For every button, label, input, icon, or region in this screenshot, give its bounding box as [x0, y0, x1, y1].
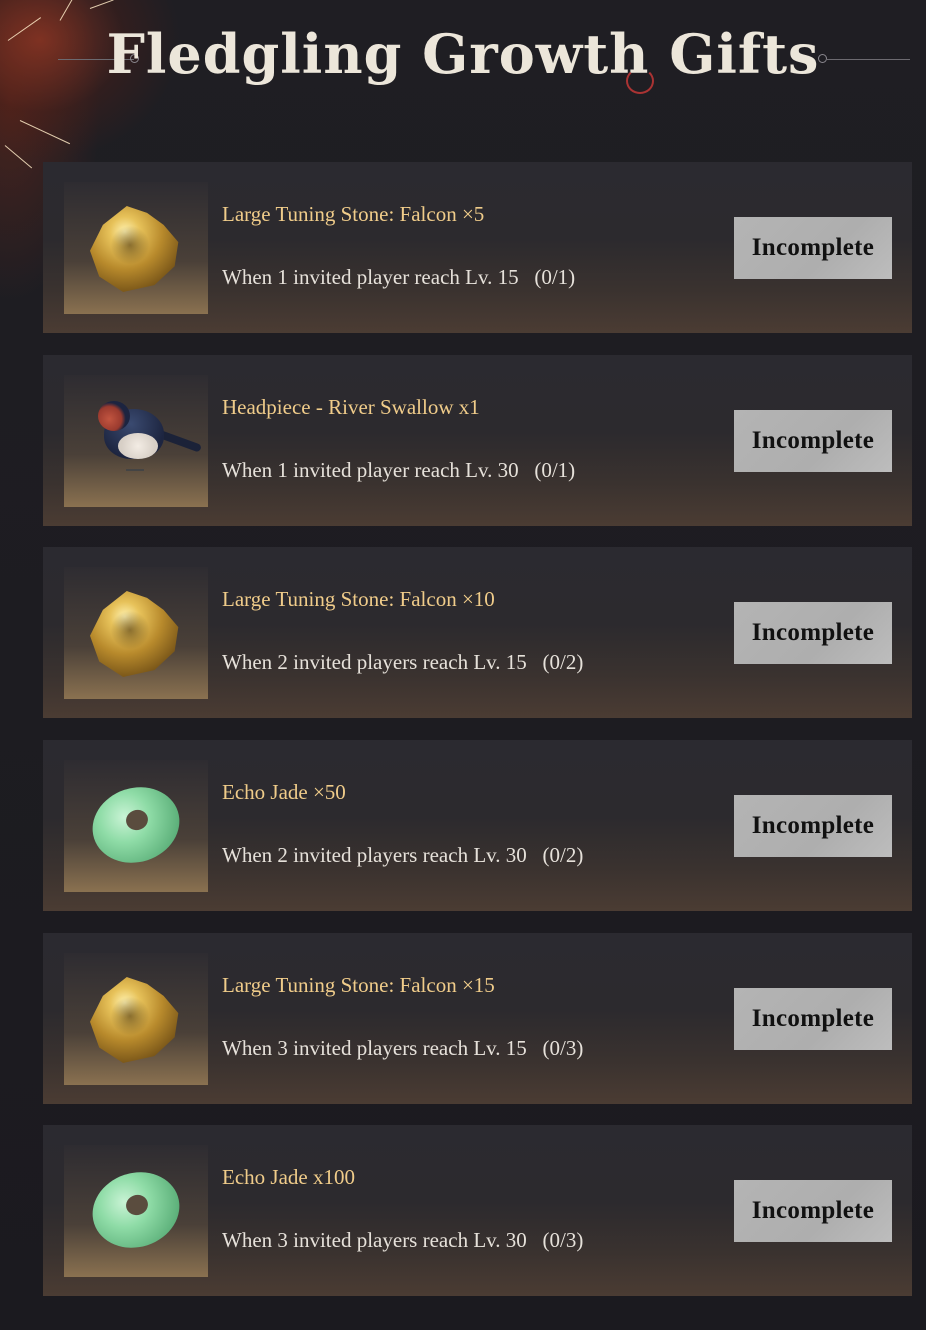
reward-name: Echo Jade ×50 [222, 780, 346, 804]
claim-status-button[interactable]: Incomplete [734, 410, 892, 472]
swallow-headpiece-icon [64, 375, 208, 507]
reward-condition: When 1 invited player reach Lv. 15 (0/1) [222, 265, 576, 289]
reward-card: Echo Jade x100 When 3 invited players re… [43, 1125, 912, 1296]
echo-jade-icon [64, 1145, 208, 1277]
reward-progress: (0/1) [534, 265, 576, 289]
reward-card: Large Tuning Stone: Falcon ×10 When 2 in… [43, 547, 912, 718]
echo-jade-icon [64, 760, 208, 892]
reward-condition: When 2 invited players reach Lv. 30 (0/2… [222, 843, 584, 867]
reward-progress: (0/2) [542, 650, 584, 674]
reward-card: Headpiece - River Swallow x1 When 1 invi… [43, 355, 912, 526]
page-header: Fledgling Growth Gifts [0, 0, 926, 130]
reward-condition: When 3 invited players reach Lv. 15 (0/3… [222, 1036, 584, 1060]
reward-name: Large Tuning Stone: Falcon ×10 [222, 587, 495, 611]
reward-card: Echo Jade ×50 When 2 invited players rea… [43, 740, 912, 911]
tuning-stone-icon [64, 567, 208, 699]
reward-name: Large Tuning Stone: Falcon ×5 [222, 202, 485, 226]
tuning-stone-icon [64, 953, 208, 1085]
claim-status-button[interactable]: Incomplete [734, 1180, 892, 1242]
claim-status-button[interactable]: Incomplete [734, 988, 892, 1050]
reward-card: Large Tuning Stone: Falcon ×15 When 3 in… [43, 933, 912, 1104]
claim-status-button[interactable]: Incomplete [734, 217, 892, 279]
claim-status-button[interactable]: Incomplete [734, 602, 892, 664]
reward-condition: When 1 invited player reach Lv. 30 (0/1) [222, 458, 576, 482]
reward-progress: (0/2) [542, 843, 584, 867]
reward-condition: When 3 invited players reach Lv. 30 (0/3… [222, 1228, 584, 1252]
reward-progress: (0/1) [534, 458, 576, 482]
reward-name: Large Tuning Stone: Falcon ×15 [222, 973, 495, 997]
reward-condition: When 2 invited players reach Lv. 15 (0/2… [222, 650, 584, 674]
reward-card: Large Tuning Stone: Falcon ×5 When 1 inv… [43, 162, 912, 333]
claim-status-button[interactable]: Incomplete [734, 795, 892, 857]
reward-name: Headpiece - River Swallow x1 [222, 395, 480, 419]
reward-progress: (0/3) [542, 1036, 584, 1060]
title-swirl-ornament [626, 68, 654, 94]
reward-name: Echo Jade x100 [222, 1165, 355, 1189]
reward-progress: (0/3) [542, 1228, 584, 1252]
title-divider-right [826, 59, 910, 60]
page-title: Fledgling Growth Gifts [106, 22, 820, 86]
tuning-stone-icon [64, 182, 208, 314]
